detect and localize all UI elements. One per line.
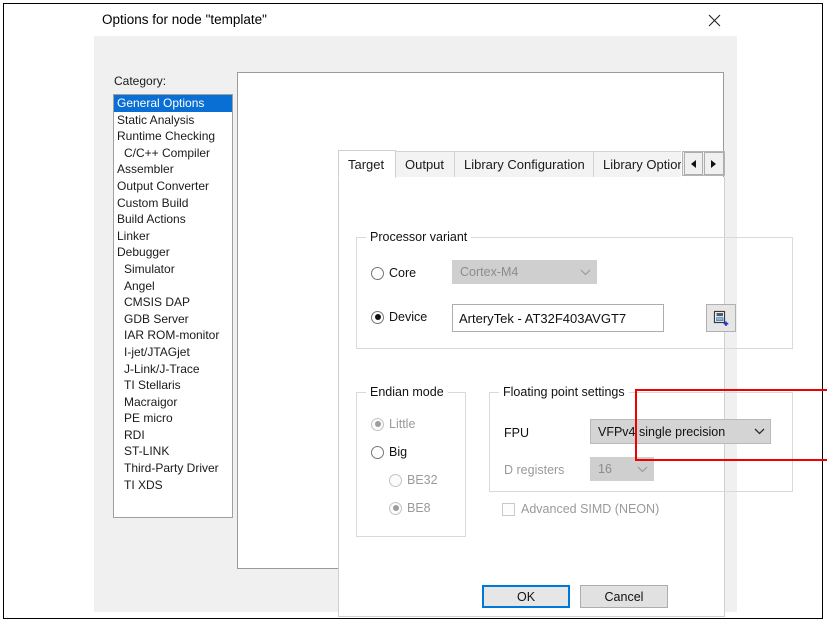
radio-circle-core	[371, 266, 384, 280]
floating-point-group: Floating point settings FPU VFPv4 single…	[489, 385, 793, 492]
close-icon[interactable]	[697, 7, 731, 33]
tab-target[interactable]: Target	[338, 150, 396, 178]
tab-library-configuration[interactable]: Library Configuration	[454, 151, 594, 177]
ok-button[interactable]: OK	[482, 585, 570, 608]
device-picker-icon[interactable]	[706, 304, 736, 332]
tab-clip: Target Output Library Configuration Library…	[338, 150, 681, 179]
core-radio[interactable]: Core	[371, 266, 416, 280]
tab-scroll-left-button[interactable]	[683, 152, 703, 175]
endian-option-be32-label: BE32	[407, 473, 438, 487]
category-item[interactable]: Custom Build	[114, 195, 232, 212]
advanced-simd-checkbox[interactable]: Advanced SIMD (NEON)	[502, 502, 659, 516]
d-registers-combo[interactable]: 16	[590, 457, 654, 481]
category-item[interactable]: RDI	[114, 427, 232, 444]
chevron-down-icon-dregs	[631, 466, 653, 473]
device-radio[interactable]: Device	[371, 310, 427, 324]
category-item[interactable]: TI Stellaris	[114, 377, 232, 394]
target-tab-page: Processor variant Core Cortex-M4 Device	[338, 177, 827, 617]
endian-option-be8-label: BE8	[407, 501, 431, 515]
core-radio-label: Core	[389, 266, 417, 280]
category-item[interactable]: Static Analysis	[114, 112, 232, 129]
category-item[interactable]: Debugger	[114, 244, 232, 261]
endian-option-little-label: Little	[389, 417, 416, 431]
settings-panel: Target Output Library Configuration Library…	[237, 72, 827, 617]
category-item[interactable]: Build Actions	[114, 211, 232, 228]
category-item[interactable]: IAR ROM-monitor	[114, 327, 232, 344]
tab-strip: Target Output Library Configuration Library…	[338, 150, 725, 179]
category-item[interactable]: Third-Party Driver	[114, 460, 232, 477]
tab-library-options[interactable]: Library Options	[593, 151, 681, 177]
category-item[interactable]: Linker	[114, 228, 232, 245]
category-item[interactable]: C/C++ Compiler	[114, 145, 232, 162]
category-label: Category:	[114, 74, 167, 88]
device-field[interactable]: ArteryTek - AT32F403AVGT7	[452, 304, 664, 332]
fpu-combo[interactable]: VFPv4 single precision	[590, 419, 771, 444]
checkbox-square-simd	[502, 502, 515, 516]
advanced-simd-label: Advanced SIMD (NEON)	[521, 502, 660, 516]
radio-circle-big	[371, 445, 384, 459]
category-item[interactable]: CMSIS DAP	[114, 294, 232, 311]
device-radio-label: Device	[389, 310, 428, 324]
category-item[interactable]: Angel	[114, 278, 232, 295]
cancel-button[interactable]: Cancel	[580, 585, 668, 608]
core-combo-value: Cortex-M4	[460, 265, 519, 279]
processor-variant-title: Processor variant	[366, 230, 472, 244]
endian-mode-group: Endian mode Little Big BE32 BE8	[356, 385, 466, 537]
chevron-down-icon-fpu	[748, 428, 770, 435]
category-item[interactable]: Assembler	[114, 161, 232, 178]
radio-circle-be8	[389, 501, 402, 515]
radio-circle-little	[371, 417, 384, 431]
category-item[interactable]: Output Converter	[114, 178, 232, 195]
radio-circle-device	[371, 310, 384, 324]
category-item[interactable]: ST-LINK	[114, 443, 232, 460]
endian-option-be8[interactable]: BE8	[389, 501, 431, 515]
triangle-left-icon	[690, 159, 696, 168]
page-frame: Options for node "template" Category: Ge…	[3, 3, 827, 619]
dialog-title: Options for node "template"	[102, 12, 267, 27]
fpu-combo-value: VFPv4 single precision	[598, 424, 726, 439]
category-item[interactable]: Simulator	[114, 261, 232, 278]
tab-scroll-buttons	[682, 151, 725, 176]
floating-point-title: Floating point settings	[499, 385, 629, 399]
chevron-down-icon	[574, 269, 596, 276]
category-item[interactable]: General Options	[114, 95, 232, 112]
triangle-right-icon	[711, 159, 717, 168]
core-combo[interactable]: Cortex-M4	[452, 260, 597, 284]
category-item[interactable]: PE micro	[114, 410, 232, 427]
category-item[interactable]: I-jet/JTAGjet	[114, 344, 232, 361]
fpu-label: FPU	[504, 426, 529, 440]
category-item[interactable]: GDB Server	[114, 311, 232, 328]
dialog-titlebar: Options for node "template"	[94, 4, 737, 36]
processor-variant-group: Processor variant Core Cortex-M4 Device	[356, 230, 793, 349]
tab-scroll-right-button[interactable]	[704, 152, 724, 175]
endian-option-little[interactable]: Little	[371, 417, 415, 431]
endian-option-big[interactable]: Big	[371, 445, 407, 459]
endian-mode-title: Endian mode	[366, 385, 448, 399]
endian-option-be32[interactable]: BE32	[389, 473, 438, 487]
options-dialog: Options for node "template" Category: Ge…	[94, 4, 827, 617]
category-item[interactable]: J-Link/J-Trace	[114, 361, 232, 378]
tab-output[interactable]: Output	[395, 151, 455, 177]
category-list[interactable]: General Options Static Analysis Runtime Ch…	[113, 94, 233, 518]
d-registers-combo-value: 16	[598, 462, 612, 476]
d-registers-label: D registers	[504, 463, 565, 477]
category-item[interactable]: Runtime Checking	[114, 128, 232, 145]
category-item[interactable]: Macraigor	[114, 394, 232, 411]
radio-circle-be32	[389, 473, 402, 487]
endian-option-big-label: Big	[389, 445, 408, 459]
category-item[interactable]: TI XDS	[114, 477, 232, 494]
